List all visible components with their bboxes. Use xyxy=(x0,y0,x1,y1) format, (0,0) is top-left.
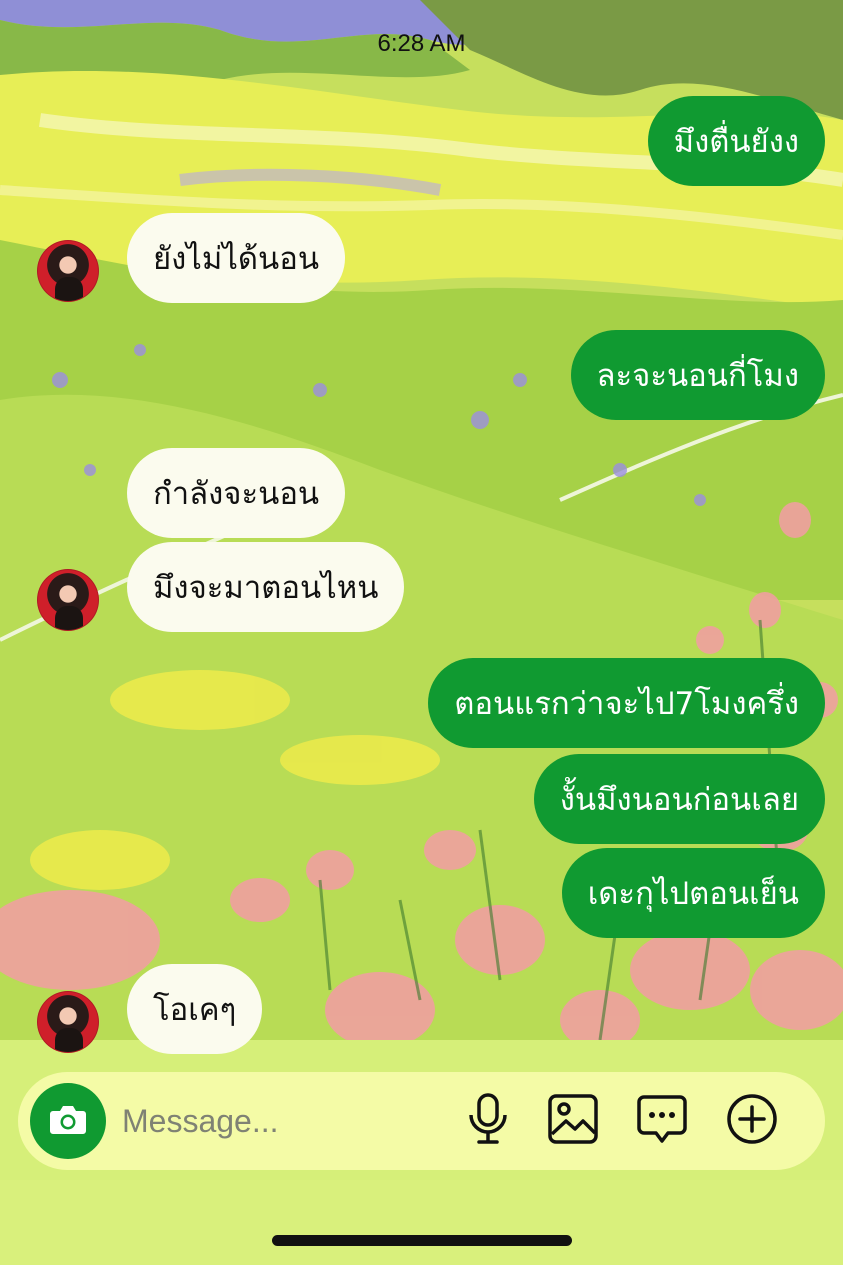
outgoing-message-bubble[interactable]: งั้นมึงนอนก่อนเลย xyxy=(533,754,825,844)
camera-button[interactable] xyxy=(30,1083,106,1159)
incoming-message-bubble[interactable]: มึงจะมาตอนไหน xyxy=(127,542,405,632)
more-options-button[interactable] xyxy=(726,1093,778,1149)
contact-avatar[interactable] xyxy=(37,240,99,302)
outgoing-message-bubble[interactable]: เดะกุไปตอนเย็น xyxy=(561,848,825,938)
contact-avatar[interactable] xyxy=(37,569,99,631)
incoming-message-bubble[interactable]: โอเคๆ xyxy=(127,964,263,1054)
microphone-icon xyxy=(466,1093,510,1149)
gallery-button[interactable] xyxy=(547,1093,599,1149)
incoming-message-bubble[interactable]: ยังไม่ได้นอน xyxy=(127,213,346,303)
message-input[interactable] xyxy=(122,1094,452,1148)
contact-avatar[interactable] xyxy=(37,991,99,1053)
outgoing-message-bubble[interactable]: ละจะนอนกี่โมง xyxy=(570,330,825,420)
sticker-icon xyxy=(636,1093,688,1149)
microphone-button[interactable] xyxy=(462,1093,514,1149)
image-icon xyxy=(547,1093,599,1149)
plus-icon xyxy=(726,1093,778,1149)
home-indicator[interactable] xyxy=(272,1235,572,1246)
outgoing-message-bubble[interactable]: มึงตื่นยังง xyxy=(647,96,825,186)
camera-icon xyxy=(49,1103,87,1139)
message-composer xyxy=(18,1072,825,1170)
incoming-message-bubble[interactable]: กำลังจะนอน xyxy=(127,448,346,538)
sticker-button[interactable] xyxy=(636,1095,688,1147)
outgoing-message-bubble[interactable]: ตอนแรกว่าจะไป7โมงครึ่ง xyxy=(428,658,825,748)
